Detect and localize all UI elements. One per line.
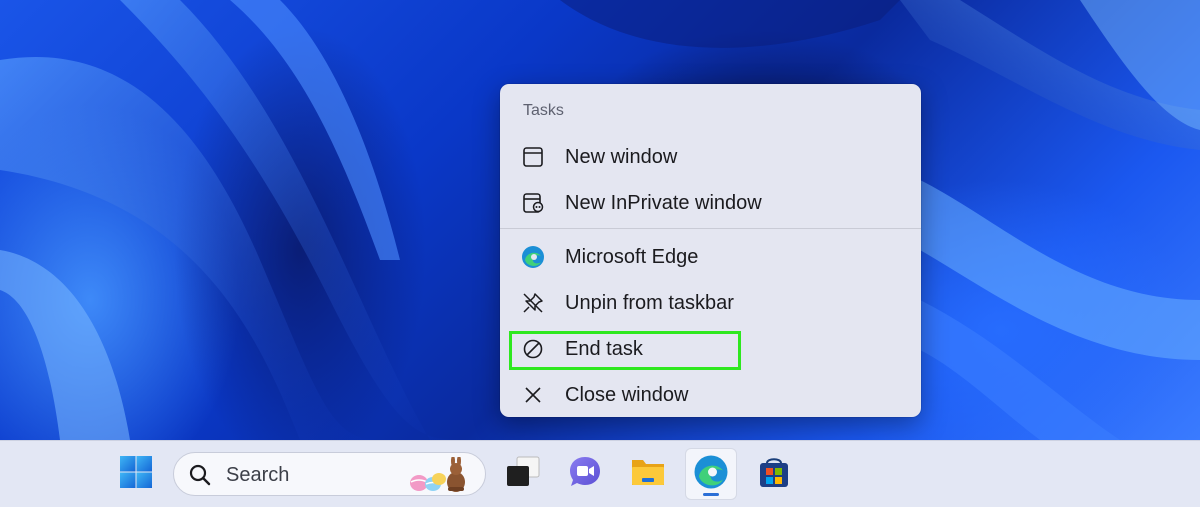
taskbar: Search: [0, 440, 1200, 507]
edge-icon: [521, 245, 545, 269]
menu-item-label: New InPrivate window: [565, 191, 762, 214]
task-view-button[interactable]: [498, 449, 548, 499]
task-view-icon: [505, 455, 541, 494]
edge-icon: [693, 454, 729, 495]
windows-logo-icon: [119, 455, 153, 494]
start-button[interactable]: [111, 449, 161, 499]
window-icon: [521, 145, 545, 169]
store-icon: [757, 455, 791, 494]
search-label: Search: [226, 464, 290, 486]
file-explorer-button[interactable]: [623, 449, 673, 499]
menu-item-label: Close window: [565, 383, 689, 406]
menu-item-microsoft-edge[interactable]: Microsoft Edge: [508, 237, 913, 277]
folder-icon: [630, 456, 666, 493]
menu-item-new-window[interactable]: New window: [508, 137, 913, 177]
jump-list-menu: Tasks New window New InPrivate window Mi…: [500, 84, 921, 417]
menu-header: Tasks: [523, 102, 564, 119]
teams-chat-button[interactable]: [560, 449, 610, 499]
microsoft-store-button[interactable]: [749, 449, 799, 499]
search-icon: [188, 463, 212, 492]
taskbar-search-box[interactable]: Search: [173, 452, 486, 496]
inprivate-window-icon: [521, 191, 545, 215]
menu-item-label: New window: [565, 145, 678, 168]
menu-item-label: Microsoft Edge: [565, 245, 699, 268]
menu-item-new-inprivate-window[interactable]: New InPrivate window: [508, 183, 913, 223]
end-task-highlight-box: [509, 331, 741, 370]
menu-item-close-window[interactable]: Close window: [508, 375, 913, 415]
unpin-icon: [521, 291, 545, 315]
close-icon: [521, 383, 545, 407]
menu-divider: [500, 228, 921, 229]
active-app-indicator: [703, 493, 719, 496]
easter-bunny-eggs-icon: [406, 455, 478, 498]
teams-chat-icon: [568, 455, 602, 494]
menu-item-unpin-from-taskbar[interactable]: Unpin from taskbar: [508, 283, 913, 323]
microsoft-edge-taskbar-button[interactable]: [686, 449, 736, 499]
menu-item-label: Unpin from taskbar: [565, 291, 734, 314]
